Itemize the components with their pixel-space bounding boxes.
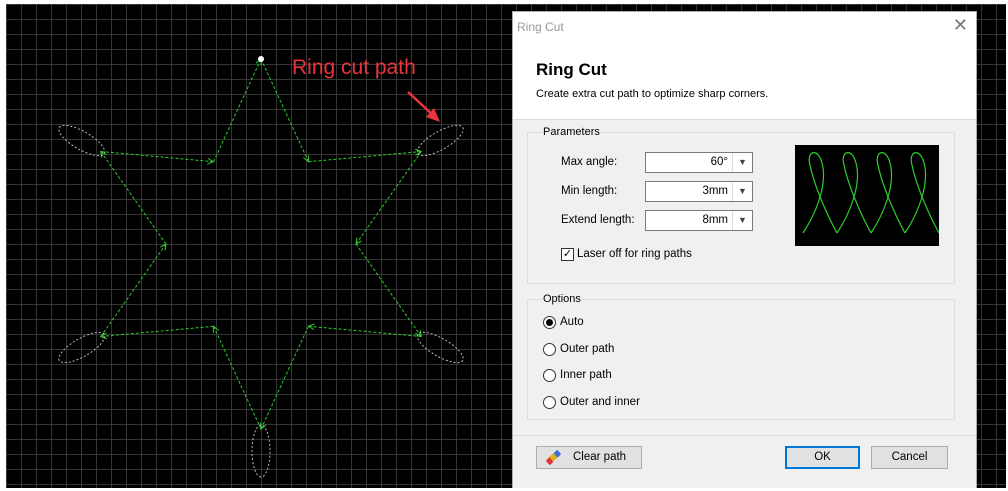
ring-loop xyxy=(58,331,106,364)
auto-option-label: Auto xyxy=(560,316,584,328)
star-edge xyxy=(355,243,421,337)
dialog-subtitle: Create extra cut path to optimize sharp … xyxy=(536,88,769,100)
max-angle-select[interactable]: 60° ▼ xyxy=(645,152,753,173)
extend-length-value: 8mm xyxy=(702,214,728,226)
chevron-down-icon[interactable]: ▼ xyxy=(732,182,752,201)
star-edge xyxy=(101,325,214,336)
chevron-down-icon[interactable]: ▼ xyxy=(732,153,752,172)
auto-radio[interactable] xyxy=(543,316,556,329)
options-group-label: Options xyxy=(542,293,582,305)
ring-loop xyxy=(416,124,464,157)
min-length-value: 3mm xyxy=(702,185,728,197)
parameters-group-label: Parameters xyxy=(542,126,601,138)
window-title: Ring Cut xyxy=(517,20,564,34)
clear-path-button[interactable]: Clear path xyxy=(536,446,642,469)
max-angle-label: Max angle: xyxy=(561,156,618,168)
outer-and-inner-option-label: Outer and inner xyxy=(560,396,640,408)
ok-button[interactable]: OK xyxy=(785,446,860,469)
ring-loop xyxy=(251,424,271,478)
dialog-title: Ring Cut xyxy=(536,60,607,79)
star-edge xyxy=(214,326,262,430)
cancel-button[interactable]: Cancel xyxy=(871,446,948,469)
star-edge xyxy=(261,326,309,429)
min-length-select[interactable]: 3mm ▼ xyxy=(645,181,753,202)
close-icon[interactable]: ✕ xyxy=(953,15,968,36)
ring-loop xyxy=(58,124,106,157)
ring-loop xyxy=(416,331,464,364)
star-edge xyxy=(101,152,167,245)
start-point xyxy=(258,56,264,62)
ring-cut-dialog: Ring Cut ✕ Ring Cut Create extra cut pat… xyxy=(512,11,977,488)
outer-path-option-label: Outer path xyxy=(560,343,615,355)
laser-off-label: Laser off for ring paths xyxy=(577,248,692,260)
star-edge xyxy=(308,152,422,163)
ring-cut-annotation: Ring cut path xyxy=(292,56,416,79)
title-bar: Ring Cut ✕ xyxy=(513,12,976,44)
preview-loop-path xyxy=(802,152,940,234)
outer-path-radio[interactable] xyxy=(543,343,556,356)
chevron-down-icon[interactable]: ▼ xyxy=(732,211,752,230)
eraser-icon xyxy=(546,450,561,465)
extend-length-label: Extend length: xyxy=(561,214,635,226)
max-angle-value: 60° xyxy=(710,156,728,168)
star-edge xyxy=(309,326,422,337)
dialog-header: Ring Cut Create extra cut path to optimi… xyxy=(513,44,976,120)
extend-length-select[interactable]: 8mm ▼ xyxy=(645,210,753,231)
ring-preview-image xyxy=(795,145,940,246)
clear-path-label: Clear path xyxy=(573,451,627,463)
min-length-label: Min length: xyxy=(561,185,618,197)
inner-path-option-label: Inner path xyxy=(560,369,612,381)
laser-off-checkbox[interactable]: ✓ xyxy=(561,248,574,261)
outer-and-inner-radio[interactable] xyxy=(543,396,556,409)
star-edge xyxy=(356,151,422,245)
star-edge xyxy=(100,151,214,162)
star-edge xyxy=(100,244,166,337)
star-edge xyxy=(213,59,262,162)
dialog-footer: Clear path OK Cancel xyxy=(513,435,976,488)
inner-path-radio[interactable] xyxy=(543,369,556,382)
